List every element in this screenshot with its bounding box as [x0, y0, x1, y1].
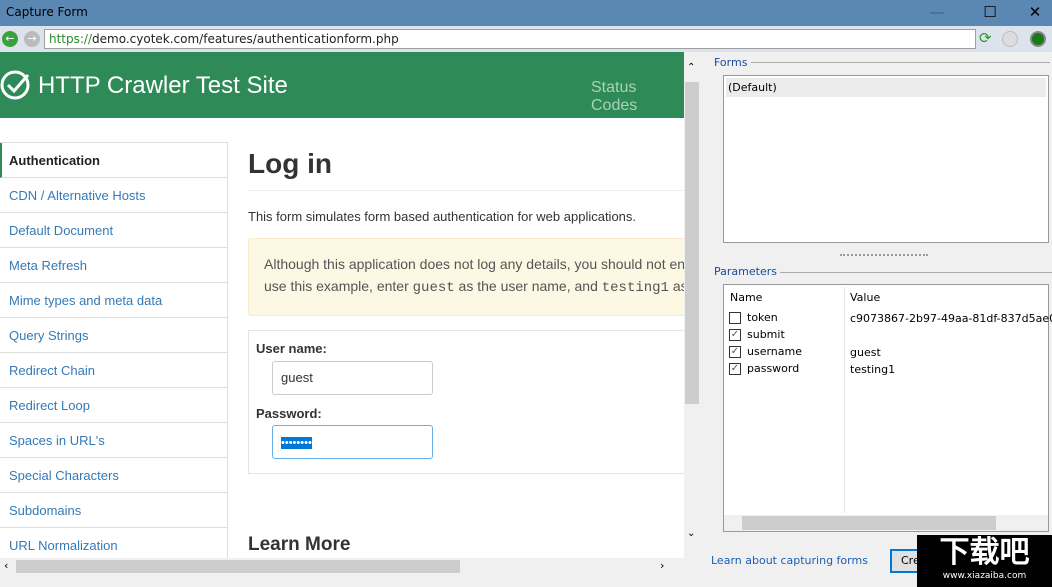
- forms-divider: [750, 62, 1050, 63]
- param-row-submit[interactable]: ✓ submit: [729, 328, 785, 345]
- column-separator: [844, 287, 845, 513]
- scroll-down-icon[interactable]: ⌄: [687, 528, 695, 539]
- minimize-button[interactable]: —: [914, 0, 960, 26]
- site-header: HTTP Crawler Test Site Status Codes: [0, 52, 684, 118]
- url-scheme: https://: [49, 32, 93, 46]
- sidebar-item-redirect-loop[interactable]: Redirect Loop: [0, 388, 227, 423]
- forward-icon[interactable]: →: [24, 31, 40, 47]
- param-value: testing1: [850, 363, 896, 376]
- watermark-logo: 下载吧 www.xiazaiba.com: [917, 535, 1052, 587]
- username-label: User name:: [256, 341, 327, 356]
- address-bar: ← → https://demo.cyotek.com/features/aut…: [0, 26, 1052, 52]
- parameters-group-label: Parameters: [714, 265, 777, 278]
- h-scroll-thumb[interactable]: [742, 516, 996, 530]
- intro-text: This form simulates form based authentic…: [248, 209, 637, 224]
- scroll-right-icon[interactable]: ›: [660, 559, 664, 572]
- window-title: Capture Form: [6, 5, 88, 19]
- sidebar-item-redirect-chain[interactable]: Redirect Chain: [0, 353, 227, 388]
- parameters-table: Name Value token c9073867-2b97-49aa-81df…: [723, 284, 1052, 532]
- site-title[interactable]: HTTP Crawler Test Site: [38, 72, 288, 100]
- form-item-default[interactable]: (Default): [726, 78, 1046, 97]
- maximize-button[interactable]: ☐: [967, 0, 1013, 26]
- back-icon[interactable]: ←: [2, 31, 18, 47]
- param-row-username[interactable]: ✓ username: [729, 345, 802, 362]
- sidebar-item-cdn[interactable]: CDN / Alternative Hosts: [0, 178, 227, 213]
- vertical-scrollbar[interactable]: ⌃ ⌄: [684, 52, 700, 545]
- scroll-thumb[interactable]: [685, 82, 699, 404]
- password-label: Password:: [256, 406, 322, 421]
- params-h-scrollbar[interactable]: [724, 515, 1048, 531]
- sidebar-item-meta-refresh[interactable]: Meta Refresh: [0, 248, 227, 283]
- scroll-left-icon[interactable]: ‹: [4, 559, 8, 572]
- login-form: User name: guest Password: ••••••••: [248, 330, 684, 474]
- forms-list[interactable]: (Default): [723, 75, 1049, 243]
- learn-more-heading: Learn More: [248, 534, 351, 555]
- password-input[interactable]: ••••••••: [272, 425, 433, 459]
- url-input[interactable]: https://demo.cyotek.com/features/authent…: [44, 29, 976, 49]
- param-row-password[interactable]: ✓ password: [729, 362, 799, 379]
- h-scroll-thumb[interactable]: [16, 560, 460, 573]
- learn-capturing-forms-link[interactable]: Learn about capturing forms: [711, 554, 868, 567]
- horizontal-scrollbar[interactable]: ‹ ›: [0, 558, 684, 575]
- checkbox-checked[interactable]: ✓: [729, 329, 741, 341]
- sidebar-item-authentication[interactable]: Authentication: [0, 143, 227, 178]
- page-title: Log in: [248, 142, 684, 191]
- params-divider: [780, 272, 1052, 273]
- splitter-handle[interactable]: [840, 254, 928, 256]
- sidebar-item-mime-types[interactable]: Mime types and meta data: [0, 283, 227, 318]
- sidebar: Authentication CDN / Alternative Hosts D…: [0, 142, 228, 558]
- title-bar: Capture Form — ☐ ✕: [0, 0, 1052, 26]
- sidebar-item-special-characters[interactable]: Special Characters: [0, 458, 227, 493]
- username-input[interactable]: guest: [272, 361, 433, 395]
- password-value: ••••••••: [281, 437, 312, 449]
- checkbox-unchecked[interactable]: [729, 312, 741, 324]
- param-value: c9073867-2b97-49aa-81df-837d5ae029: [850, 312, 1052, 325]
- refresh-icon[interactable]: ⟳: [979, 29, 992, 47]
- main-content: Log in This form simulates form based au…: [248, 142, 684, 555]
- close-button[interactable]: ✕: [1012, 0, 1052, 26]
- param-row-token[interactable]: token: [729, 311, 778, 328]
- stop-icon[interactable]: [1002, 31, 1018, 47]
- sidebar-item-spaces[interactable]: Spaces in URL's: [0, 423, 227, 458]
- sidebar-item-query-strings[interactable]: Query Strings: [0, 318, 227, 353]
- go-icon[interactable]: [1030, 31, 1046, 47]
- warning-alert: Although this application does not log a…: [248, 238, 684, 316]
- browser-view: HTTP Crawler Test Site Status Codes Auth…: [0, 52, 684, 558]
- url-path: demo.cyotek.com/features/authenticationf…: [92, 32, 399, 46]
- sidebar-item-url-normalization[interactable]: URL Normalization: [0, 528, 227, 558]
- sidebar-item-subdomains[interactable]: Subdomains: [0, 493, 227, 528]
- sidebar-item-default-document[interactable]: Default Document: [0, 213, 227, 248]
- check-circle-icon: [0, 70, 30, 100]
- column-name[interactable]: Name: [730, 291, 762, 304]
- checkbox-checked[interactable]: ✓: [729, 346, 741, 358]
- warning-line-2: use this example, enter guest as the use…: [264, 278, 684, 296]
- nav-status-codes[interactable]: Status Codes: [591, 79, 684, 115]
- checkbox-checked[interactable]: ✓: [729, 363, 741, 375]
- warning-line-1: Although this application does not log a…: [264, 256, 684, 272]
- column-value[interactable]: Value: [850, 291, 880, 304]
- scroll-up-icon[interactable]: ⌃: [687, 62, 695, 73]
- param-value: guest: [850, 346, 881, 359]
- capture-panel: Forms (Default) Parameters Name Value to…: [700, 52, 1052, 587]
- forms-group-label: Forms: [714, 56, 752, 69]
